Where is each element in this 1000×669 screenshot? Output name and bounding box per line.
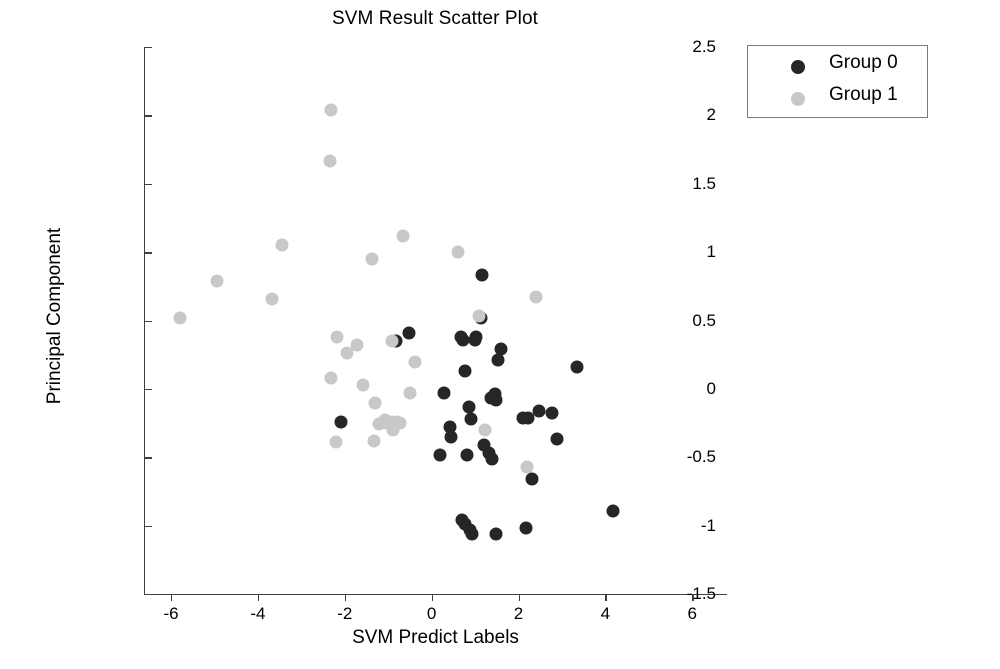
data-point-group-0	[519, 521, 533, 535]
x-tick	[431, 594, 434, 601]
data-point-group-0	[462, 400, 476, 414]
data-point-group-1	[275, 238, 289, 252]
data-point-group-0	[465, 527, 479, 541]
data-point-group-1	[403, 386, 416, 400]
data-point-group-0	[437, 386, 451, 400]
data-point-group-1	[330, 330, 344, 344]
data-point-group-1	[356, 378, 370, 392]
data-point-group-0	[545, 406, 559, 420]
x-tick-label: -4	[250, 604, 266, 623]
x-axis-label: SVM Predict Labels	[352, 627, 519, 648]
data-point-group-0	[525, 472, 539, 486]
y-tick	[145, 594, 152, 596]
y-axis-label: Principal Component	[44, 227, 65, 405]
x-tick	[605, 594, 607, 601]
y-tick	[145, 525, 152, 528]
y-tick	[145, 320, 152, 322]
y-tick	[145, 47, 152, 49]
data-point-group-1	[393, 416, 407, 430]
data-point-group-0	[484, 391, 498, 405]
data-point-group-1	[478, 423, 492, 437]
data-point-group-1	[451, 245, 465, 259]
data-point-group-0	[460, 448, 474, 461]
y-tick-label: 1	[706, 242, 716, 262]
data-point-group-0	[570, 360, 584, 374]
data-point-group-1	[365, 252, 379, 266]
legend-label-group-1: Group 1	[829, 84, 898, 105]
data-point-group-0	[489, 527, 503, 541]
y-tick	[145, 388, 152, 391]
data-point-group-0	[464, 412, 478, 426]
x-tick-label: -2	[337, 604, 353, 623]
legend-marker-group-1	[791, 92, 805, 106]
data-point-group-1	[173, 311, 187, 325]
data-point-group-1	[385, 334, 399, 348]
y-tick-label: 0.5	[692, 310, 716, 330]
y-tick-label: 2.5	[692, 37, 716, 56]
data-point-group-1	[529, 290, 543, 304]
x-tick	[171, 594, 173, 601]
data-point-group-0	[456, 333, 470, 347]
x-axis: -6 -4 -2 0 2 4 6	[145, 47, 727, 623]
y-tick-label: -1	[700, 515, 716, 535]
x-tick-label: 4	[600, 604, 611, 623]
x-tick	[518, 594, 520, 601]
data-point-group-0	[444, 430, 458, 444]
y-tick	[145, 457, 152, 459]
data-point-group-1	[323, 154, 337, 167]
y-tick-label: -0.5	[686, 447, 716, 467]
data-point-group-1	[324, 371, 338, 385]
y-tick	[145, 183, 152, 186]
x-tick	[344, 594, 347, 601]
data-point-group-0	[433, 448, 447, 461]
plot-area: -6 -4 -2 0 2 4 6 -1.5 -1 -0.5 0 0.5 1 1.5 2 2.5	[144, 37, 727, 623]
data-point-group-1	[265, 292, 279, 306]
data-point-group-0	[491, 353, 505, 367]
data-point-group-1	[396, 229, 410, 243]
data-point-group-0	[606, 504, 620, 518]
data-point-group-0	[458, 364, 472, 378]
data-point-group-1	[340, 346, 354, 360]
data-point-group-1	[372, 417, 386, 431]
scatter-plot-figure: SVM Result Scatter Plot -6 -4 -2 0 2 4 6 -1.5-…	[0, 0, 1000, 669]
x-tick-label: -6	[163, 604, 179, 623]
data-point-group-1	[520, 460, 534, 474]
y-tick-label: 2	[706, 105, 716, 125]
y-tick-label: -1.5	[686, 584, 716, 603]
data-point-group-0	[334, 415, 348, 429]
x-tick-label: 2	[513, 604, 524, 623]
data-point-group-0	[468, 333, 482, 347]
data-point-group-0	[485, 452, 499, 466]
data-point-group-1	[210, 274, 224, 288]
data-point-group-1	[368, 396, 382, 410]
y-tick-label: 1.5	[692, 173, 716, 193]
data-point-group-0	[550, 432, 564, 446]
x-tick	[257, 594, 260, 601]
data-point-group-1	[408, 355, 422, 369]
data-point-group-1	[367, 434, 381, 448]
legend: Group 0 Group 1	[747, 45, 928, 118]
data-point-group-0	[521, 411, 535, 425]
y-tick-label: 0	[706, 378, 716, 398]
legend-item-group-1: Group 1	[748, 83, 927, 113]
data-point-group-1	[329, 435, 343, 449]
y-tick	[145, 252, 152, 254]
legend-marker-group-0	[791, 60, 805, 74]
data-point-group-0	[475, 268, 489, 282]
chart-title: SVM Result Scatter Plot	[331, 8, 539, 29]
data-point-group-1	[324, 103, 338, 117]
y-tick	[145, 115, 152, 117]
x-tick	[692, 594, 694, 601]
data-point-group-0	[402, 326, 416, 340]
legend-label-group-0: Group 0	[829, 52, 898, 73]
y-axis: -1.5 -1 -0.5 0 0.5 1 1.5 2 2.5	[145, 37, 727, 603]
legend-item-group-0: Group 0	[748, 51, 927, 81]
x-tick-label: 6	[687, 604, 697, 623]
data-point-group-1	[472, 309, 486, 323]
x-tick-label: 0	[426, 604, 437, 623]
